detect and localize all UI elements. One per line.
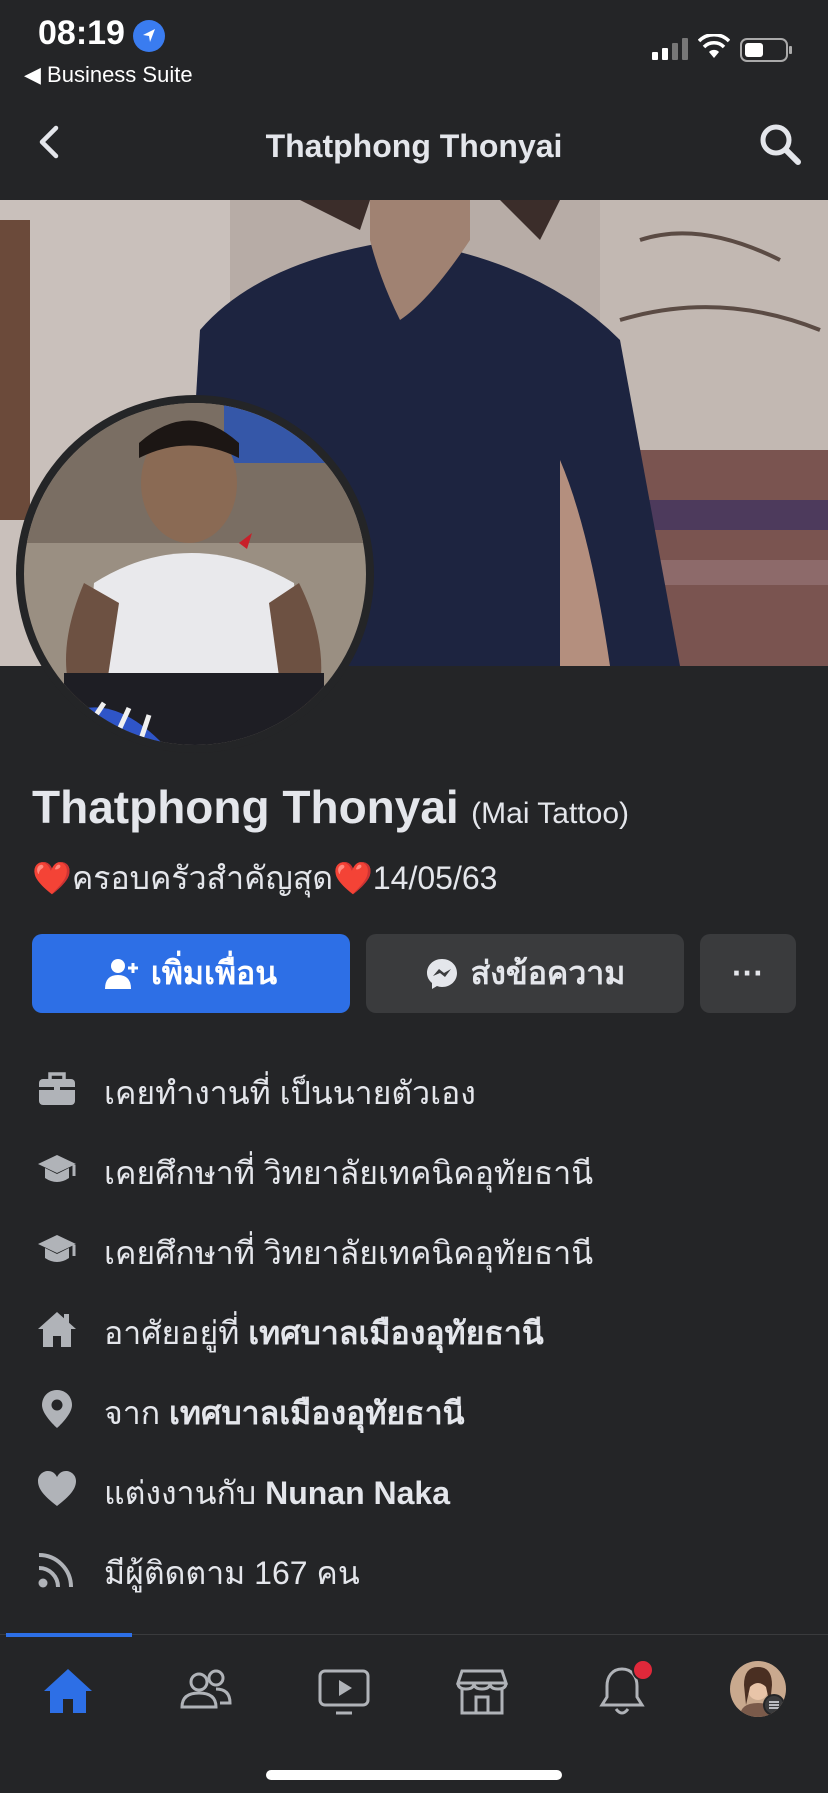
bio-date: 14/05/63 [372,860,498,896]
profile-name: Thatphong Thonyai [32,781,459,833]
add-friend-icon [104,958,138,989]
rss-feed-icon [36,1548,78,1590]
home-tab-icon[interactable] [38,1661,98,1721]
navigation-bar: Thatphong Thonyai [0,92,828,200]
info-followers[interactable]: มีผู้ติดตาม 167 คน [0,1538,828,1598]
info-education-1[interactable]: เคยศึกษาที่ วิทยาลัยเทคนิคอุทัยธานี [0,1138,828,1198]
info-prefix: เคยศึกษาที่ [104,1155,255,1191]
add-friend-button[interactable]: เพิ่มเพื่อน [32,934,350,1013]
battery-icon [740,38,794,67]
red-heart-emoji: ❤️ [32,860,72,896]
back-to-app-link[interactable]: ◀ Business Suite [24,62,193,88]
info-prefix: เคยศึกษาที่ [104,1235,255,1271]
profile-nickname: (Mai Tattoo) [471,797,630,830]
profile-picture[interactable] [24,403,366,745]
marketplace-tab-icon[interactable] [452,1661,512,1721]
notification-badge [632,1659,654,1681]
info-value[interactable]: เป็นนายตัวเอง [280,1075,476,1111]
watch-video-tab-icon[interactable] [314,1661,374,1721]
search-icon[interactable] [758,122,802,166]
location-arrow-icon [133,20,165,52]
message-button[interactable]: ส่งข้อความ [366,934,684,1013]
bio-text: ครอบครัวสำคัญสุด [71,860,334,896]
info-value[interactable]: วิทยาลัยเทคนิคอุทัยธานี [264,1235,593,1271]
graduation-cap-icon [36,1148,78,1190]
info-value[interactable]: Nunan Naka [265,1475,450,1511]
more-dots-icon: ··· [732,955,764,991]
followers-count-text: มีผู้ติดตาม 167 คน [104,1555,360,1591]
info-work[interactable]: เคยทำงานที่ เป็นนายตัวเอง [0,1058,828,1118]
info-education-2[interactable]: เคยศึกษาที่ วิทยาลัยเทคนิคอุทัยธานี [0,1218,828,1278]
info-prefix: อาศัยอยู่ที่ [104,1315,240,1351]
graduation-cap-icon [36,1228,78,1270]
status-bar: 08:19 ◀ Business Suite [0,0,828,92]
cellular-signal-icon [652,38,690,65]
info-prefix: เคยทำงานที่ [104,1075,271,1111]
heart-icon [36,1468,78,1510]
info-from[interactable]: จาก เทศบาลเมืองอุทัยธานี [0,1378,828,1438]
info-value[interactable]: เทศบาลเมืองอุทัยธานี [248,1315,544,1351]
friends-tab-icon[interactable] [176,1661,236,1721]
messenger-icon [426,958,457,989]
menu-profile-avatar[interactable] [730,1661,786,1717]
more-options-button[interactable]: ··· [700,934,796,1013]
red-heart-emoji: ❤️ [333,860,373,896]
clock: 08:19 [38,14,125,52]
page-title: Thatphong Thonyai [265,128,563,164]
message-label: ส่งข้อความ [470,955,626,991]
info-prefix: จาก [104,1395,161,1431]
home-indicator [266,1770,562,1780]
profile-picture-frame [16,395,374,753]
info-value[interactable]: เทศบาลเมืองอุทัยธานี [169,1395,465,1431]
profile-bio: ❤️ครอบครัวสำคัญสุด❤️14/05/63 [32,853,497,904]
wifi-icon [697,33,731,65]
add-friend-label: เพิ่มเพื่อน [150,955,278,991]
profile-name-row: Thatphong Thonyai (Mai Tattoo) [32,780,629,834]
info-lives-in[interactable]: อาศัยอยู่ที่ เทศบาลเมืองอุทัยธานี [0,1298,828,1358]
location-pin-icon [36,1388,78,1430]
info-relationship[interactable]: แต่งงานกับ Nunan Naka [0,1458,828,1518]
home-icon [36,1308,78,1350]
active-tab-indicator [6,1633,132,1637]
info-prefix: แต่งงานกับ [104,1475,257,1511]
briefcase-icon [36,1068,78,1110]
info-value[interactable]: วิทยาลัยเทคนิคอุทัยธานี [264,1155,593,1191]
